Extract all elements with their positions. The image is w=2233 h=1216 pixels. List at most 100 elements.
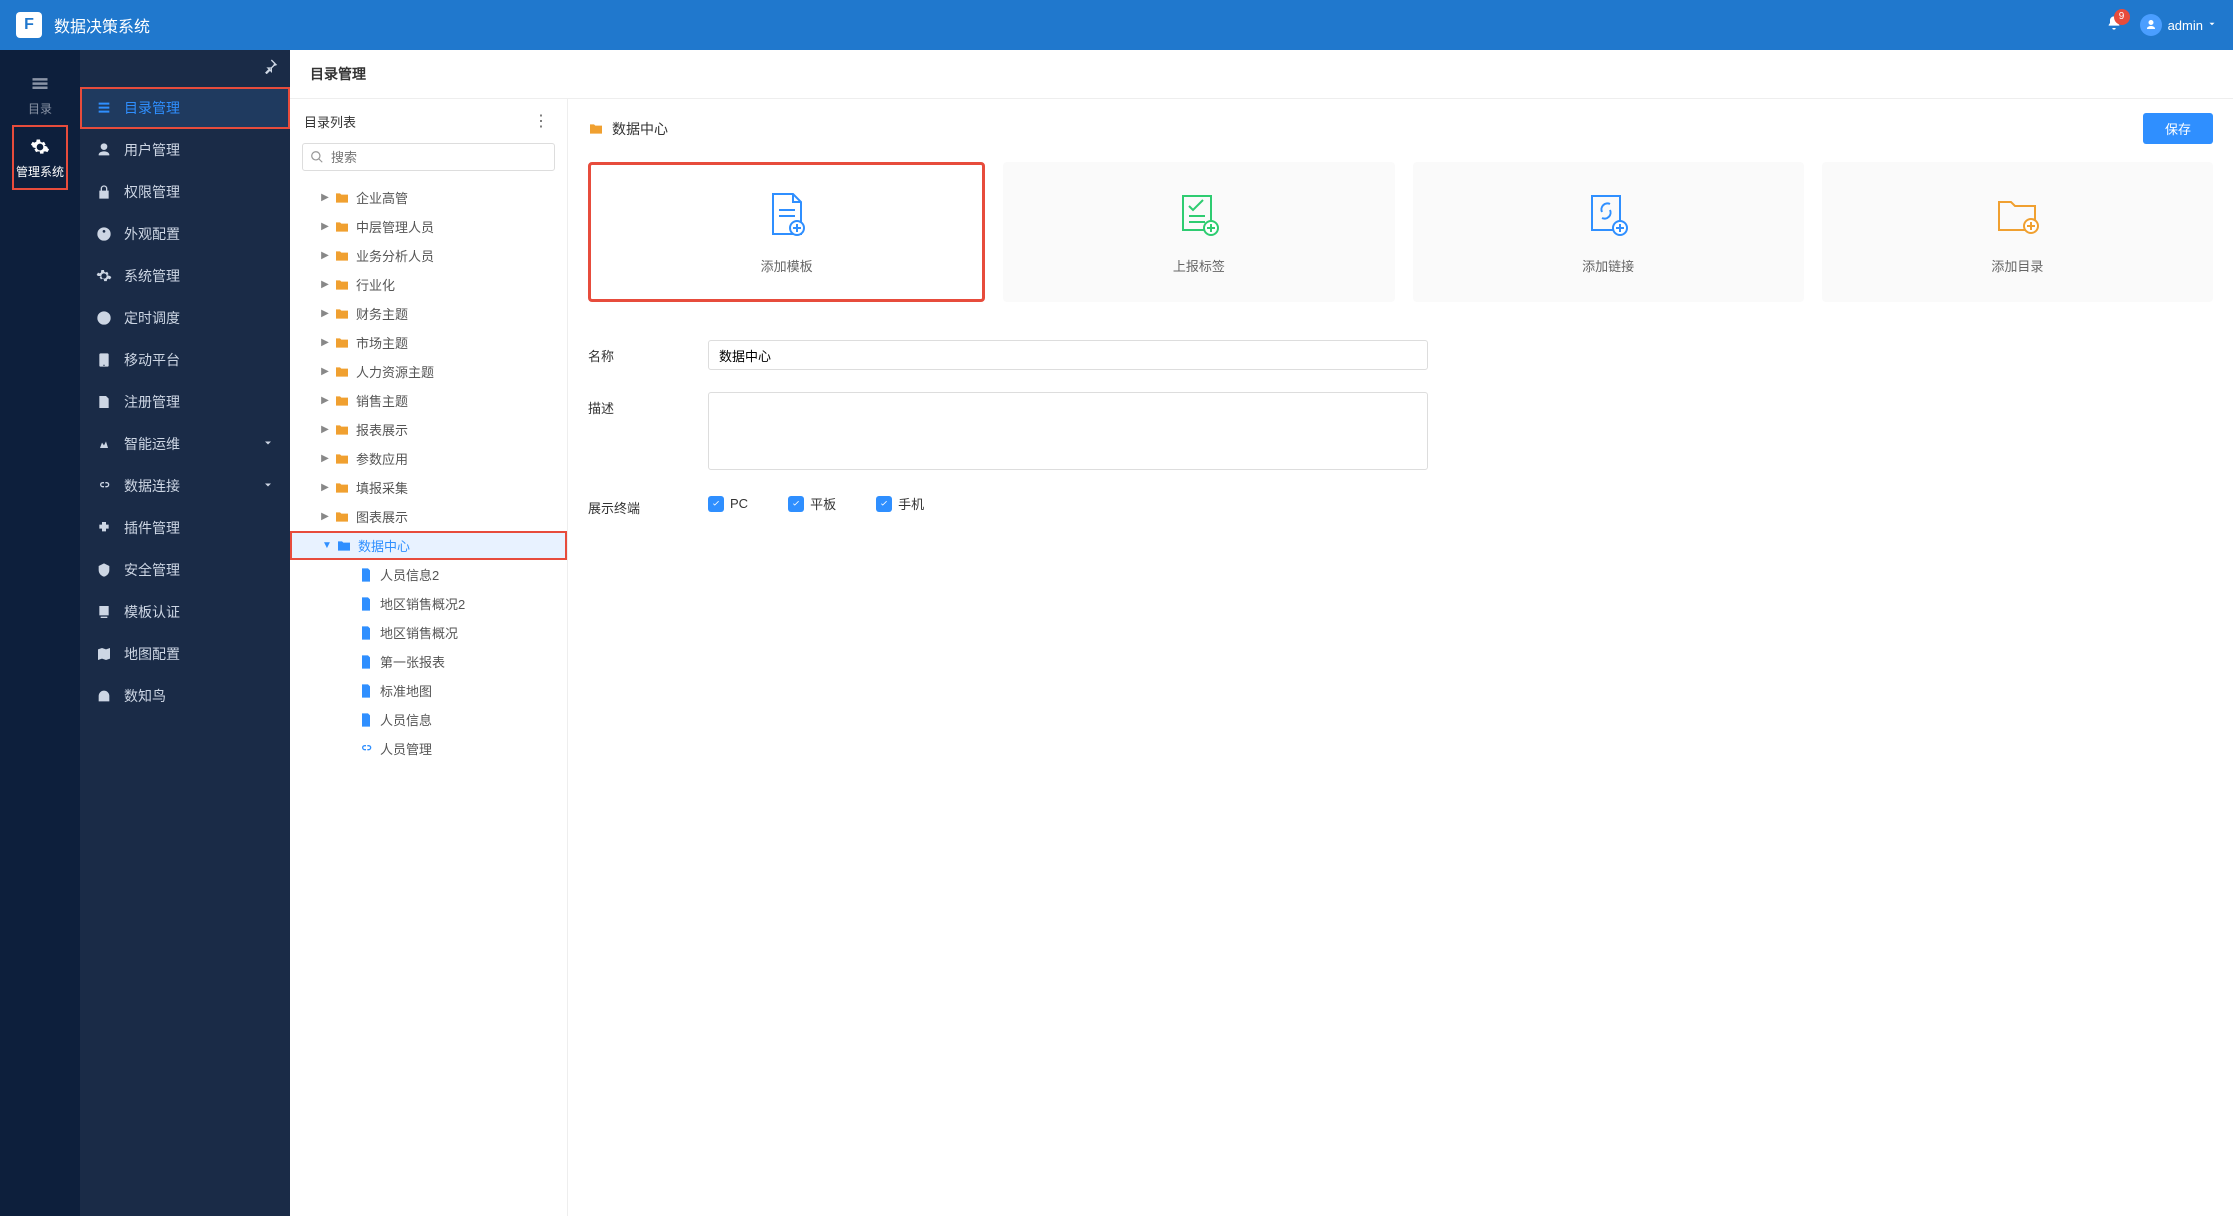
tree-item[interactable]: ▶企业高管 bbox=[290, 183, 567, 212]
caret-icon: ▶ bbox=[320, 366, 330, 377]
tplcert-icon bbox=[96, 604, 112, 620]
caret-icon: ▶ bbox=[320, 482, 330, 493]
sidebar-item-shuzhiniao[interactable]: 数知鸟 bbox=[80, 675, 290, 717]
shuzhiniao-icon bbox=[96, 688, 112, 704]
caret-icon: ▼ bbox=[322, 540, 332, 551]
sidebar-item-catalog[interactable]: 目录管理 bbox=[80, 87, 290, 129]
tree-item[interactable]: ▶图表展示 bbox=[290, 502, 567, 531]
tree-item[interactable]: ▶行业化 bbox=[290, 270, 567, 299]
card-report-tag[interactable]: 上报标签 bbox=[1003, 162, 1394, 302]
sidebar-item-label: 数知鸟 bbox=[124, 686, 166, 706]
sidebar-item-label: 模板认证 bbox=[124, 602, 180, 622]
rail-item-directory[interactable]: 目录 bbox=[12, 64, 68, 125]
app-header: F 数据决策系统 9 admin bbox=[0, 0, 2233, 50]
sidebar-item-label: 安全管理 bbox=[124, 560, 180, 580]
tree-item-label: 中层管理人员 bbox=[356, 217, 434, 236]
tree-item[interactable]: ▶参数应用 bbox=[290, 444, 567, 473]
caret-icon: ▶ bbox=[320, 308, 330, 319]
checkbox-phone[interactable]: 手机 bbox=[876, 494, 924, 513]
tree-search-input[interactable] bbox=[302, 143, 555, 171]
desc-input[interactable] bbox=[708, 392, 1428, 470]
tree-item-label: 图表展示 bbox=[356, 507, 408, 526]
tree-more-button[interactable]: ⋮ bbox=[529, 111, 553, 131]
tree-item[interactable]: ▶市场主题 bbox=[290, 328, 567, 357]
sidebar-item-aiops[interactable]: 智能运维 bbox=[80, 423, 290, 465]
sidebar-item-tplcert[interactable]: 模板认证 bbox=[80, 591, 290, 633]
tree-item[interactable]: ▶ 中层管理人员 bbox=[290, 212, 567, 241]
sidebar-item-label: 用户管理 bbox=[124, 140, 180, 160]
tree-title: 目录列表 bbox=[304, 112, 529, 131]
save-button[interactable]: 保存 bbox=[2143, 113, 2213, 144]
sidebar-item-label: 外观配置 bbox=[124, 224, 180, 244]
tree-item-label: 人力资源主题 bbox=[356, 362, 434, 381]
caret-icon: ▶ bbox=[320, 424, 330, 435]
aiops-icon bbox=[96, 436, 112, 452]
sidebar-item-perm[interactable]: 权限管理 bbox=[80, 171, 290, 213]
mobile-icon bbox=[96, 352, 112, 368]
sidebar-item-dataconn[interactable]: 数据连接 bbox=[80, 465, 290, 507]
rail-item-system[interactable]: 管理系统 bbox=[12, 125, 68, 190]
user-menu[interactable]: admin bbox=[2140, 14, 2217, 36]
card-add-dir[interactable]: 添加目录 bbox=[1822, 162, 2213, 302]
plugin-icon bbox=[96, 520, 112, 536]
sidebar-item-label: 权限管理 bbox=[124, 182, 180, 202]
tree-item[interactable]: 地区销售概况 bbox=[290, 618, 567, 647]
sidebar-item-sysmgr[interactable]: 系统管理 bbox=[80, 255, 290, 297]
tree-item[interactable]: ▼数据中心 bbox=[290, 531, 567, 560]
chevron-down-icon bbox=[262, 436, 274, 452]
sidebar: 目录管理 用户管理 权限管理 外观配置 系统管理 定时调度 移动平台 注册管理 … bbox=[80, 50, 290, 1216]
sidebar-item-label: 地图配置 bbox=[124, 644, 180, 664]
checkbox-icon bbox=[708, 496, 724, 512]
pin-toggle-icon[interactable] bbox=[262, 58, 278, 79]
tree-item[interactable]: 地区销售概况2 bbox=[290, 589, 567, 618]
catalog-icon bbox=[96, 100, 112, 116]
sidebar-item-label: 插件管理 bbox=[124, 518, 180, 538]
tree-item-label: 行业化 bbox=[356, 275, 395, 294]
search-icon bbox=[310, 150, 324, 164]
sidebar-item-plugin[interactable]: 插件管理 bbox=[80, 507, 290, 549]
tree-item-label: 人员信息 bbox=[380, 710, 432, 729]
tree-item[interactable]: ▶ 人力资源主题 bbox=[290, 357, 567, 386]
checkbox-label: 手机 bbox=[898, 494, 924, 513]
tree-item[interactable]: 人员信息2 bbox=[290, 560, 567, 589]
directory-tree[interactable]: ▶企业高管▶中层管理人员▶业务分析人员▶行业化▶财务主题▶市场主题▶人力资源主题… bbox=[290, 179, 567, 1216]
sidebar-item-schedule[interactable]: 定时调度 bbox=[80, 297, 290, 339]
page-title: 目录管理 bbox=[290, 50, 2233, 99]
caret-icon: ▶ bbox=[320, 221, 330, 232]
tree-item-label: 报表展示 bbox=[356, 420, 408, 439]
checkbox-label: 平板 bbox=[810, 494, 836, 513]
card-add-link[interactable]: 添加链接 bbox=[1413, 162, 1804, 302]
tree-item-label: 企业高管 bbox=[356, 188, 408, 207]
tree-item[interactable]: 人员信息 bbox=[290, 705, 567, 734]
tree-item[interactable]: ▶ 报表展示 bbox=[290, 415, 567, 444]
logo-icon: F bbox=[16, 12, 42, 38]
name-input[interactable] bbox=[708, 340, 1428, 370]
folder-icon bbox=[588, 121, 604, 137]
checkbox-tablet[interactable]: 平板 bbox=[788, 494, 836, 513]
tree-item[interactable]: 标准地图 bbox=[290, 676, 567, 705]
left-rail: 目录 管理系统 bbox=[0, 50, 80, 1216]
caret-icon: ▶ bbox=[320, 250, 330, 261]
tree-item[interactable]: ▶财务主题 bbox=[290, 299, 567, 328]
sidebar-item-appearance[interactable]: 外观配置 bbox=[80, 213, 290, 255]
desc-label: 描述 bbox=[588, 392, 708, 417]
sidebar-item-label: 系统管理 bbox=[124, 266, 180, 286]
tree-item[interactable]: 人员管理 bbox=[290, 734, 567, 763]
sidebar-item-label: 智能运维 bbox=[124, 434, 180, 454]
card-add-template[interactable]: 添加模板 bbox=[588, 162, 985, 302]
tree-item[interactable]: 第一张报表 bbox=[290, 647, 567, 676]
tree-item-label: 人员管理 bbox=[380, 739, 432, 758]
tree-item-label: 第一张报表 bbox=[380, 652, 445, 671]
tree-item[interactable]: ▶销售主题 bbox=[290, 386, 567, 415]
sidebar-item-mobile[interactable]: 移动平台 bbox=[80, 339, 290, 381]
tree-item-label: 销售主题 bbox=[356, 391, 408, 410]
checkbox-pc[interactable]: PC bbox=[708, 496, 748, 512]
sidebar-item-mapcfg[interactable]: 地图配置 bbox=[80, 633, 290, 675]
tree-item[interactable]: ▶填报采集 bbox=[290, 473, 567, 502]
sidebar-item-register[interactable]: 注册管理 bbox=[80, 381, 290, 423]
sidebar-item-user[interactable]: 用户管理 bbox=[80, 129, 290, 171]
sidebar-item-security[interactable]: 安全管理 bbox=[80, 549, 290, 591]
tree-item[interactable]: ▶业务分析人员 bbox=[290, 241, 567, 270]
card-label: 添加目录 bbox=[1991, 256, 2043, 275]
notifications-button[interactable]: 9 bbox=[2106, 15, 2122, 36]
